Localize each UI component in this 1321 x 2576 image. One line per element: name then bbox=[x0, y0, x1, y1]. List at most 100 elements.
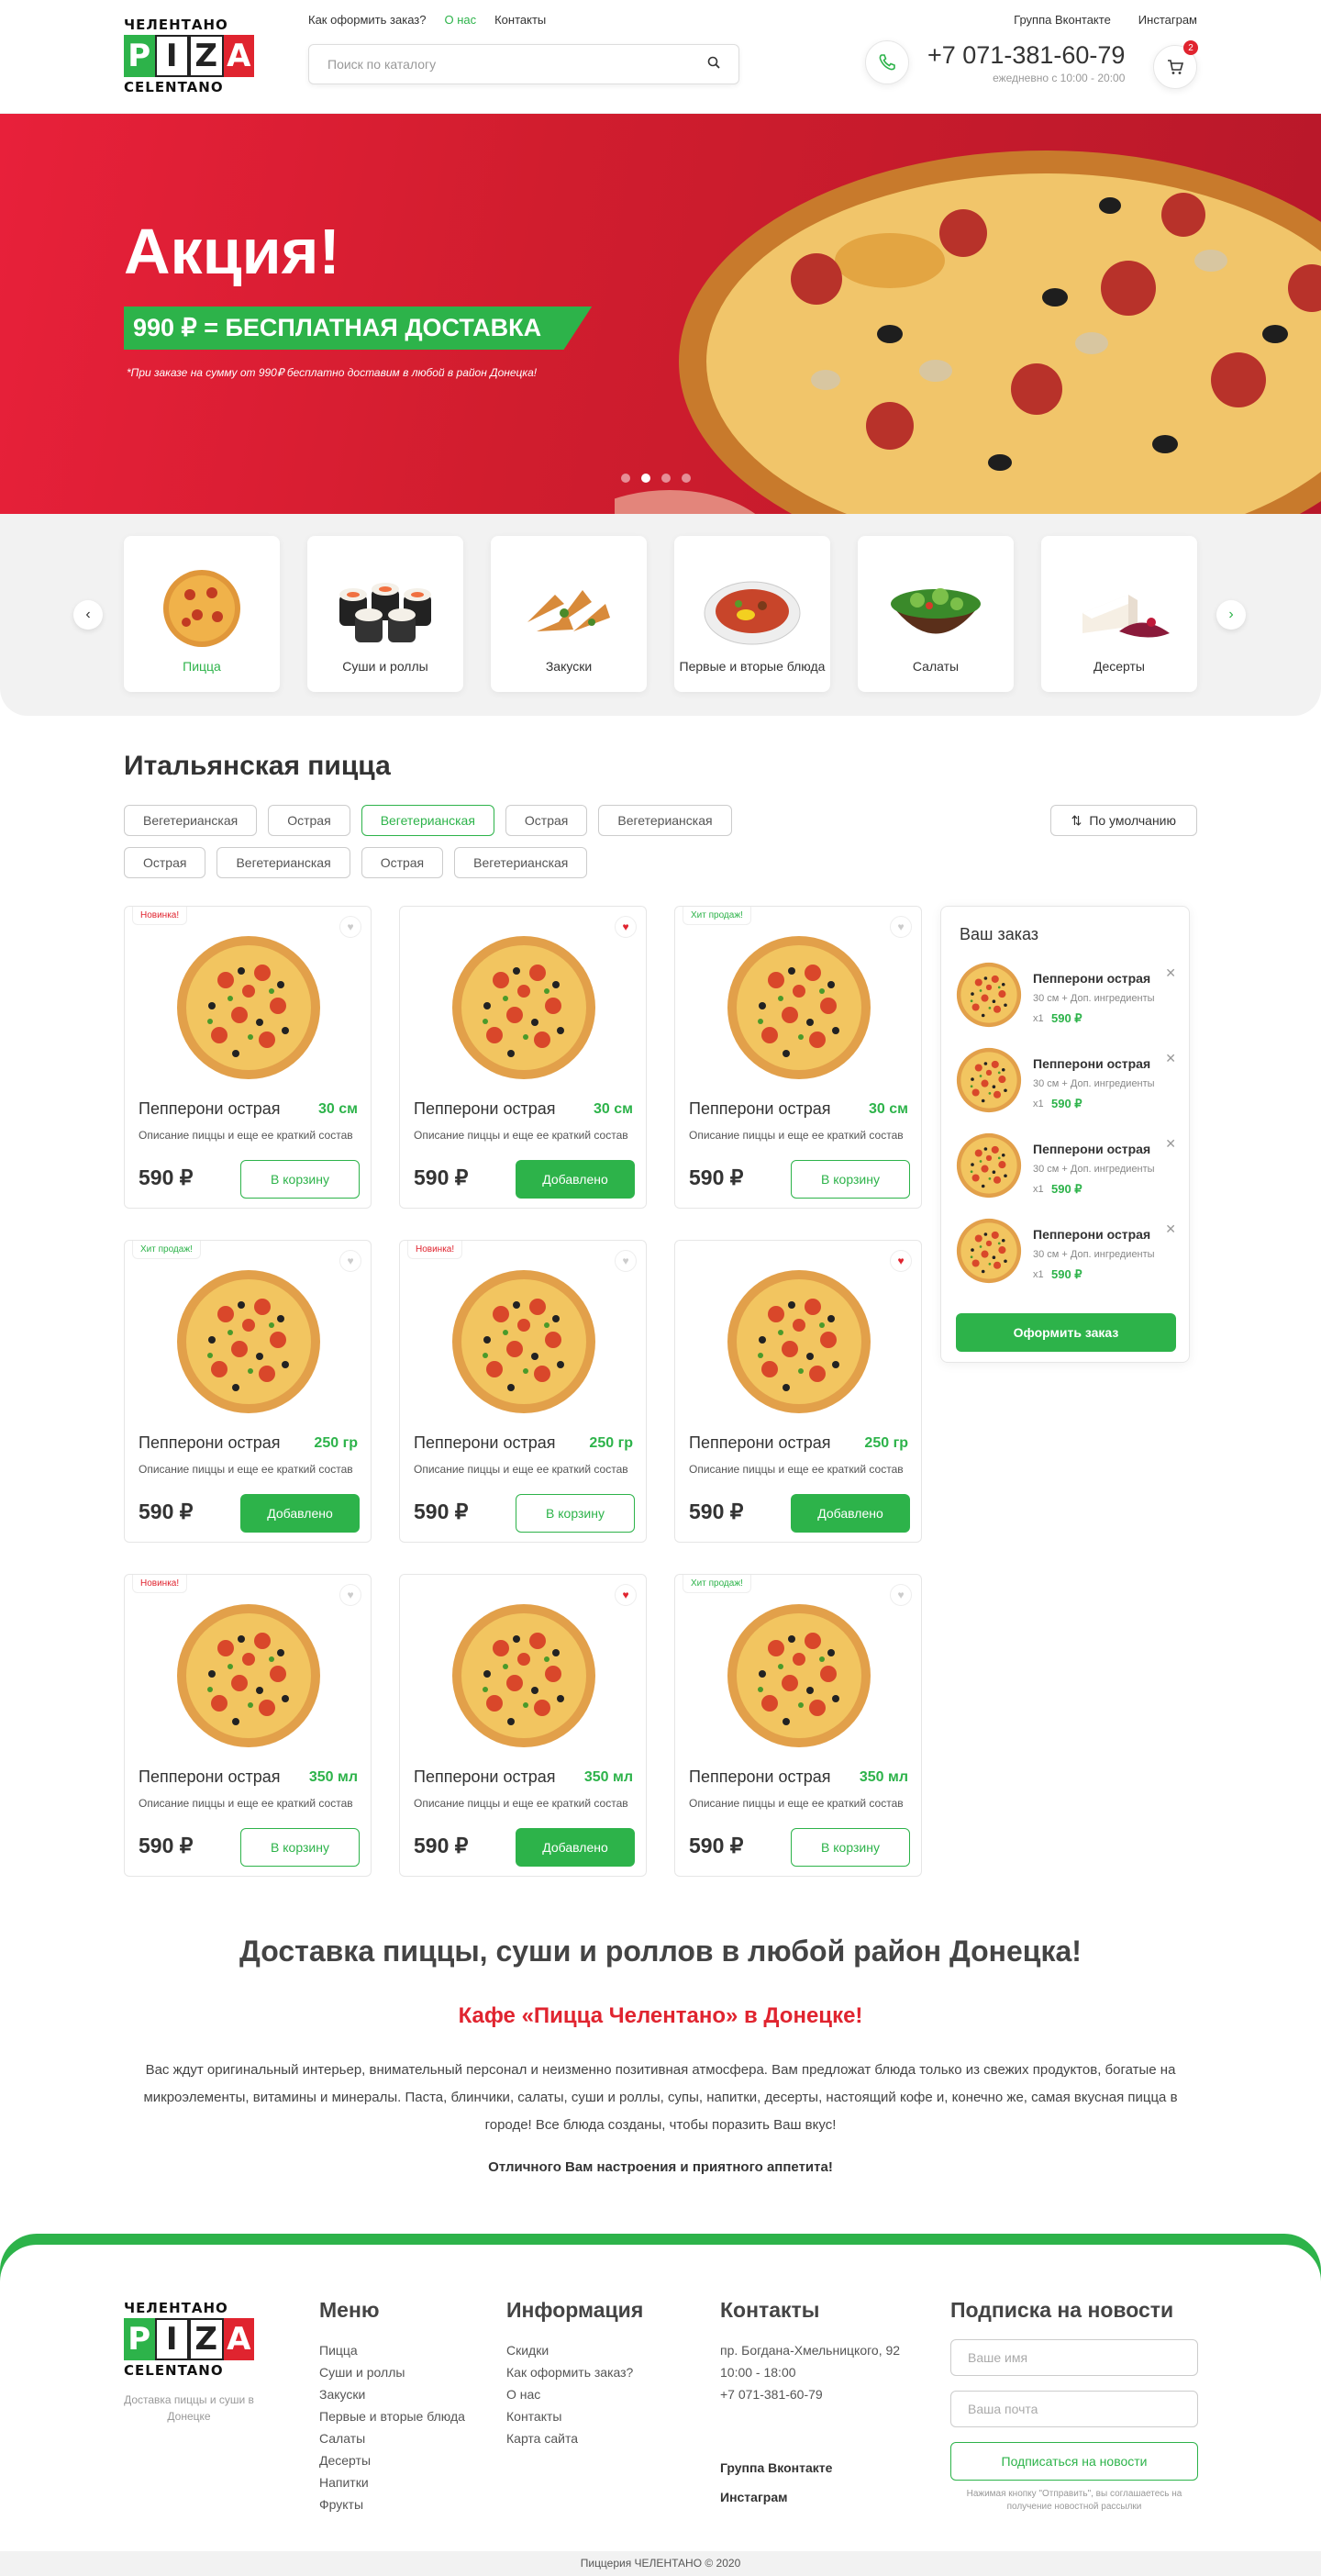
added-button[interactable]: Добавлено bbox=[516, 1160, 635, 1199]
pizza-image[interactable] bbox=[450, 1602, 597, 1754]
filter-tag[interactable]: Острая bbox=[505, 805, 588, 836]
nav-how-to-order[interactable]: Как оформить заказ? bbox=[308, 13, 426, 27]
footer-instagram-link[interactable]: Инстаграм bbox=[720, 2486, 900, 2508]
heart-icon[interactable]: ♥ bbox=[339, 1250, 361, 1272]
category-snacks[interactable]: Закуски bbox=[491, 536, 647, 692]
close-icon[interactable]: ✕ bbox=[1165, 965, 1176, 981]
add-to-cart-button[interactable]: В корзину bbox=[240, 1828, 360, 1867]
product-card[interactable]: ♥ Пепперони острая 350 мл Описание пиццы… bbox=[399, 1574, 647, 1877]
category-soups[interactable]: Первые и вторые блюда bbox=[674, 536, 830, 692]
pizza-image[interactable] bbox=[450, 934, 597, 1086]
filter-tag[interactable]: Вегетерианская bbox=[216, 847, 350, 878]
phone-icon[interactable] bbox=[865, 40, 909, 84]
heart-icon[interactable]: ♥ bbox=[615, 1584, 637, 1606]
add-to-cart-button[interactable]: В корзину bbox=[791, 1160, 910, 1199]
filter-tag[interactable]: Острая bbox=[124, 847, 206, 878]
cart-button[interactable]: 2 bbox=[1153, 40, 1198, 89]
added-button[interactable]: Добавлено bbox=[791, 1494, 910, 1533]
footer-link[interactable]: Фрукты bbox=[319, 2493, 465, 2515]
nav-contacts[interactable]: Контакты bbox=[494, 13, 546, 27]
category-pizza[interactable]: Пицца bbox=[124, 536, 280, 692]
product-name[interactable]: Пепперони острая bbox=[139, 1433, 281, 1453]
category-salads[interactable]: Салаты bbox=[858, 536, 1014, 692]
slide-dot-active[interactable] bbox=[641, 474, 650, 483]
footer-link[interactable]: Контакты bbox=[506, 2405, 643, 2427]
footer-link[interactable]: Карта сайта bbox=[506, 2427, 643, 2449]
footer-link[interactable]: Суши и роллы bbox=[319, 2361, 465, 2383]
product-card[interactable]: Новинка! ♥ Пепперони острая 250 гр Описа… bbox=[399, 1240, 647, 1543]
heart-icon[interactable]: ♥ bbox=[615, 1250, 637, 1272]
product-card[interactable]: ♥ Пепперони острая 30 см Описание пиццы … bbox=[399, 906, 647, 1209]
product-name[interactable]: Пепперони острая bbox=[414, 1099, 556, 1119]
pizza-image[interactable] bbox=[175, 1602, 322, 1754]
heart-icon[interactable]: ♥ bbox=[890, 1250, 912, 1272]
close-icon[interactable]: ✕ bbox=[1165, 1136, 1176, 1152]
category-sushi[interactable]: Суши и роллы bbox=[307, 536, 463, 692]
pizza-image[interactable] bbox=[726, 1602, 872, 1754]
name-field[interactable] bbox=[950, 2339, 1198, 2376]
subscribe-button[interactable]: Подписаться на новости bbox=[950, 2442, 1198, 2481]
pizza-image[interactable] bbox=[175, 1268, 322, 1420]
filter-tag-active[interactable]: Вегетерианская bbox=[361, 805, 494, 836]
product-card[interactable]: Хит продаж! ♥ Пепперони острая 250 гр Оп… bbox=[124, 1240, 372, 1543]
nav-about[interactable]: О нас bbox=[444, 13, 476, 27]
product-card[interactable]: Хит продаж! ♥ Пепперони острая 350 мл Оп… bbox=[674, 1574, 922, 1877]
slide-dot[interactable] bbox=[661, 474, 671, 483]
footer-link[interactable]: Салаты bbox=[319, 2427, 465, 2449]
slide-dot[interactable] bbox=[682, 474, 691, 483]
filter-tag[interactable]: Вегетерианская bbox=[598, 805, 732, 836]
close-icon[interactable]: ✕ bbox=[1165, 1051, 1176, 1066]
heart-icon[interactable]: ♥ bbox=[615, 916, 637, 938]
chevron-left-icon[interactable]: ‹ bbox=[73, 600, 103, 630]
footer-link[interactable]: Пицца bbox=[319, 2339, 465, 2361]
footer-vk-link[interactable]: Группа Вконтакте bbox=[720, 2457, 900, 2479]
logo[interactable]: ЧЕЛЕНТАНО PIZA CELENTANO bbox=[124, 17, 254, 95]
product-name[interactable]: Пепперони острая bbox=[414, 1768, 556, 1787]
heart-icon[interactable]: ♥ bbox=[890, 916, 912, 938]
filter-tag[interactable]: Вегетерианская bbox=[124, 805, 258, 836]
product-name[interactable]: Пепперони острая bbox=[414, 1433, 556, 1453]
product-name[interactable]: Пепперони острая bbox=[689, 1433, 831, 1453]
product-name[interactable]: Пепперони острая bbox=[689, 1768, 831, 1787]
added-button[interactable]: Добавлено bbox=[516, 1828, 635, 1867]
heart-icon[interactable]: ♥ bbox=[339, 916, 361, 938]
heart-icon[interactable]: ♥ bbox=[339, 1584, 361, 1606]
checkout-button[interactable]: Оформить заказ bbox=[956, 1313, 1176, 1352]
product-card[interactable]: ♥ Пепперони острая 250 гр Описание пиццы… bbox=[674, 1240, 922, 1543]
footer-link[interactable]: Напитки bbox=[319, 2471, 465, 2493]
email-field[interactable] bbox=[950, 2391, 1198, 2427]
product-name[interactable]: Пепперони острая bbox=[139, 1099, 281, 1119]
footer-phone[interactable]: +7 071-381-60-79 bbox=[720, 2383, 900, 2405]
category-desserts[interactable]: Десерты bbox=[1041, 536, 1197, 692]
pizza-image[interactable] bbox=[726, 1268, 872, 1420]
footer-link[interactable]: Закуски bbox=[319, 2383, 465, 2405]
pizza-image[interactable] bbox=[726, 934, 872, 1086]
close-icon[interactable]: ✕ bbox=[1165, 1221, 1176, 1237]
add-to-cart-button[interactable]: В корзину bbox=[240, 1160, 360, 1199]
chevron-right-icon[interactable]: › bbox=[1216, 600, 1246, 630]
product-card[interactable]: Новинка! ♥ Пепперони острая 350 мл Описа… bbox=[124, 1574, 372, 1877]
footer-logo[interactable]: ЧЕЛЕНТАНО PIZA CELENTANO bbox=[124, 2300, 254, 2379]
product-name[interactable]: Пепперони острая bbox=[139, 1768, 281, 1787]
filter-tag[interactable]: Острая bbox=[361, 847, 444, 878]
product-name[interactable]: Пепперони острая bbox=[689, 1099, 831, 1119]
product-card[interactable]: Новинка! ♥ Пепперони острая 30 см Описан… bbox=[124, 906, 372, 1209]
product-card[interactable]: Хит продаж! ♥ Пепперони острая 30 см Опи… bbox=[674, 906, 922, 1209]
phone-number[interactable]: +7 071-381-60-79 bbox=[927, 41, 1125, 70]
slide-dot[interactable] bbox=[621, 474, 630, 483]
footer-link[interactable]: Десерты bbox=[319, 2449, 465, 2471]
filter-tag[interactable]: Вегетерианская bbox=[454, 847, 588, 878]
add-to-cart-button[interactable]: В корзину bbox=[791, 1828, 910, 1867]
promo-banner[interactable]: Акция! 990 ₽ = БЕСПЛАТНАЯ ДОСТАВКА *При … bbox=[0, 114, 1321, 514]
sort-dropdown[interactable]: ⇅ По умолчанию bbox=[1049, 805, 1197, 836]
vk-link[interactable]: Группа Вконтакте bbox=[1014, 13, 1111, 27]
search-input[interactable] bbox=[327, 57, 707, 72]
pizza-image[interactable] bbox=[175, 934, 322, 1086]
added-button[interactable]: Добавлено bbox=[240, 1494, 360, 1533]
search-icon[interactable] bbox=[707, 56, 720, 73]
footer-link[interactable]: О нас bbox=[506, 2383, 643, 2405]
footer-link[interactable]: Скидки bbox=[506, 2339, 643, 2361]
filter-tag[interactable]: Острая bbox=[268, 805, 350, 836]
heart-icon[interactable]: ♥ bbox=[890, 1584, 912, 1606]
footer-link[interactable]: Как оформить заказ? bbox=[506, 2361, 643, 2383]
